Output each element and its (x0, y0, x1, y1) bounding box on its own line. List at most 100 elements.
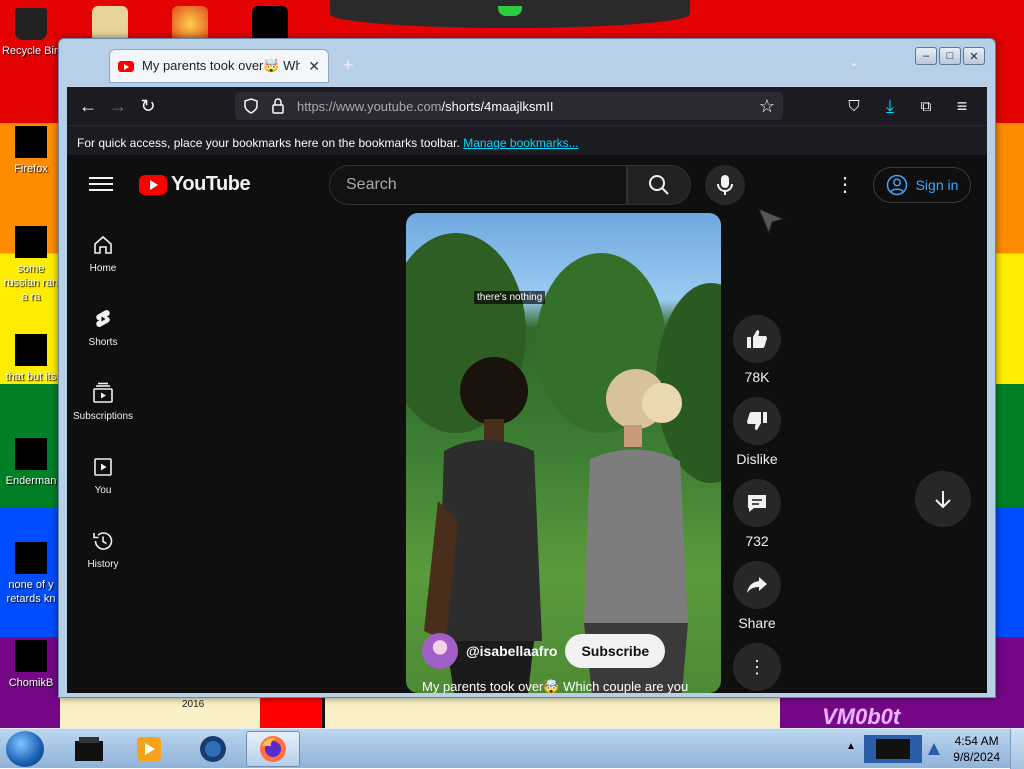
youtube-play-icon (139, 174, 167, 195)
clock[interactable]: 4:54 AM 9/8/2024 (953, 733, 1000, 765)
show-desktop-button[interactable] (1010, 729, 1024, 769)
more-options-icon[interactable]: ⋮ (733, 643, 781, 691)
new-tab-icon[interactable]: + (343, 55, 354, 76)
window-controls: – □ ✕ (915, 47, 985, 65)
network-icon[interactable] (926, 741, 942, 757)
desktop-icon-firefox[interactable]: Firefox (0, 126, 62, 176)
settings-kebab-icon[interactable]: ⋮ (835, 175, 855, 195)
desktop-top-icon[interactable] (252, 6, 288, 42)
share-button[interactable] (733, 561, 781, 609)
sidebar-item-home[interactable]: Home (67, 225, 139, 299)
like-action[interactable]: 78K (733, 315, 781, 385)
title-bar[interactable]: My parents took over🤯 Which ✕ + ⌄ – □ ✕ (59, 39, 995, 87)
extensions-icon[interactable]: ⧉ (911, 91, 941, 121)
dislike-label: Dislike (736, 451, 778, 467)
file-icon (15, 334, 47, 366)
video-caption: there's nothing (474, 291, 546, 304)
taskbar-app-icon[interactable] (186, 731, 240, 767)
url-bar[interactable]: https://www.youtube.com/shorts/4maajlksm… (235, 92, 783, 120)
youtube-favicon-icon (118, 60, 134, 72)
firefox-icon (15, 126, 47, 158)
share-action[interactable]: Share (733, 561, 781, 631)
desktop-icon-file[interactable]: that but its (0, 334, 62, 384)
sidebar-item-shorts[interactable]: Shorts (67, 299, 139, 373)
search-button[interactable] (627, 165, 691, 205)
desktop-icon-file[interactable]: ChomikB (0, 640, 62, 690)
dislike-button[interactable] (733, 397, 781, 445)
sidebar-item-history[interactable]: History (67, 521, 139, 595)
short-video-player[interactable]: there's nothing @isabellaafro Subscribe … (406, 213, 721, 693)
tray-expand-icon[interactable]: ▲ (846, 741, 856, 752)
sidebar-item-label: You (94, 485, 112, 496)
next-short-button[interactable] (915, 471, 971, 527)
maximize-icon[interactable]: □ (939, 47, 961, 65)
browser-tab[interactable]: My parents took over🤯 Which ✕ (109, 49, 329, 83)
clock-date: 9/8/2024 (953, 750, 1000, 764)
menu-icon[interactable]: ≡ (947, 91, 977, 121)
sidebar-item-subscriptions[interactable]: Subscriptions (67, 373, 139, 447)
file-icon (15, 640, 47, 672)
share-arrow-icon (747, 577, 767, 593)
comment-count: 732 (745, 533, 769, 549)
guide-menu-icon[interactable] (89, 173, 113, 193)
media-player-icon (137, 737, 161, 761)
list-all-tabs-icon[interactable]: ⌄ (849, 55, 859, 69)
clock-time: 4:54 AM (954, 734, 999, 748)
lock-icon[interactable] (271, 98, 285, 114)
taskbar-firefox[interactable] (246, 731, 300, 767)
more-action[interactable]: ⋮ (733, 643, 781, 693)
close-window-icon[interactable]: ✕ (963, 47, 985, 65)
comments-button[interactable] (733, 479, 781, 527)
minimize-icon[interactable]: – (915, 47, 937, 65)
taskbar-app-icon[interactable] (122, 731, 176, 767)
toolbar-right: ⛉ ⤓ ⧉ ≡ (839, 91, 977, 121)
back-arrow-icon[interactable]: ← (73, 91, 103, 121)
desktop-top-icon[interactable] (92, 6, 128, 42)
pocket-icon[interactable]: ⛉ (839, 91, 869, 121)
sidebar-item-you[interactable]: You (67, 447, 139, 521)
start-button[interactable] (6, 731, 44, 767)
recycle-bin-icon (15, 8, 47, 40)
firefox-window: My parents took over🤯 Which ✕ + ⌄ – □ ✕ … (58, 38, 996, 698)
sign-in-button[interactable]: Sign in (873, 167, 971, 203)
video-title[interactable]: My parents took over🤯 Which couple are y… (422, 679, 688, 693)
subscriptions-icon (93, 382, 113, 403)
like-button[interactable] (733, 315, 781, 363)
search-input[interactable]: Search (329, 165, 627, 205)
manage-bookmarks-link[interactable]: Manage bookmarks... (463, 136, 578, 150)
forward-arrow-icon[interactable]: → (103, 91, 133, 121)
url-host: https://www.youtube.com (297, 98, 442, 114)
voice-search-button[interactable] (705, 165, 745, 205)
home-icon (94, 235, 112, 254)
tracking-shield-icon[interactable] (243, 98, 259, 114)
desktop-icon-file[interactable]: Enderman (0, 438, 62, 488)
mouse-cursor-icon (758, 208, 785, 235)
reload-icon[interactable]: ↻ (133, 91, 163, 121)
taskbar: ▲ 4:54 AM 9/8/2024 (0, 728, 1024, 769)
tray-app-icon[interactable] (864, 735, 922, 763)
channel-avatar[interactable] (422, 633, 458, 669)
shorts-icon (96, 309, 110, 328)
file-icon (15, 226, 47, 258)
youtube-logo[interactable]: YouTube (139, 173, 251, 196)
account-icon (886, 174, 907, 196)
tab-close-icon[interactable]: ✕ (308, 58, 320, 75)
download-icon[interactable]: ⤓ (875, 91, 905, 121)
channel-info: @isabellaafro Subscribe (422, 633, 666, 669)
dislike-action[interactable]: Dislike (733, 397, 781, 467)
youtube-logo-text: YouTube (171, 173, 251, 195)
desktop-icon-file[interactable]: none of y retards kn (0, 542, 62, 606)
comments-action[interactable]: 732 (733, 479, 781, 549)
desktop-icon-file[interactable]: some russian ran a ra (0, 226, 62, 304)
subscribe-button[interactable]: Subscribe (565, 634, 666, 668)
taskbar-app-icon[interactable] (62, 731, 116, 767)
search-icon (649, 175, 669, 195)
thumbs-down-icon (747, 412, 767, 430)
bookmark-star-icon[interactable]: ☆ (759, 96, 775, 117)
channel-name[interactable]: @isabellaafro (466, 643, 557, 659)
wallpaper-cartoon (60, 698, 780, 730)
comment-icon (748, 495, 766, 512)
wallpaper-year: 2016 (182, 699, 205, 710)
desktop-icon-recycle-bin[interactable]: Recycle Bin (0, 8, 62, 58)
desktop-top-icon[interactable] (172, 6, 208, 42)
